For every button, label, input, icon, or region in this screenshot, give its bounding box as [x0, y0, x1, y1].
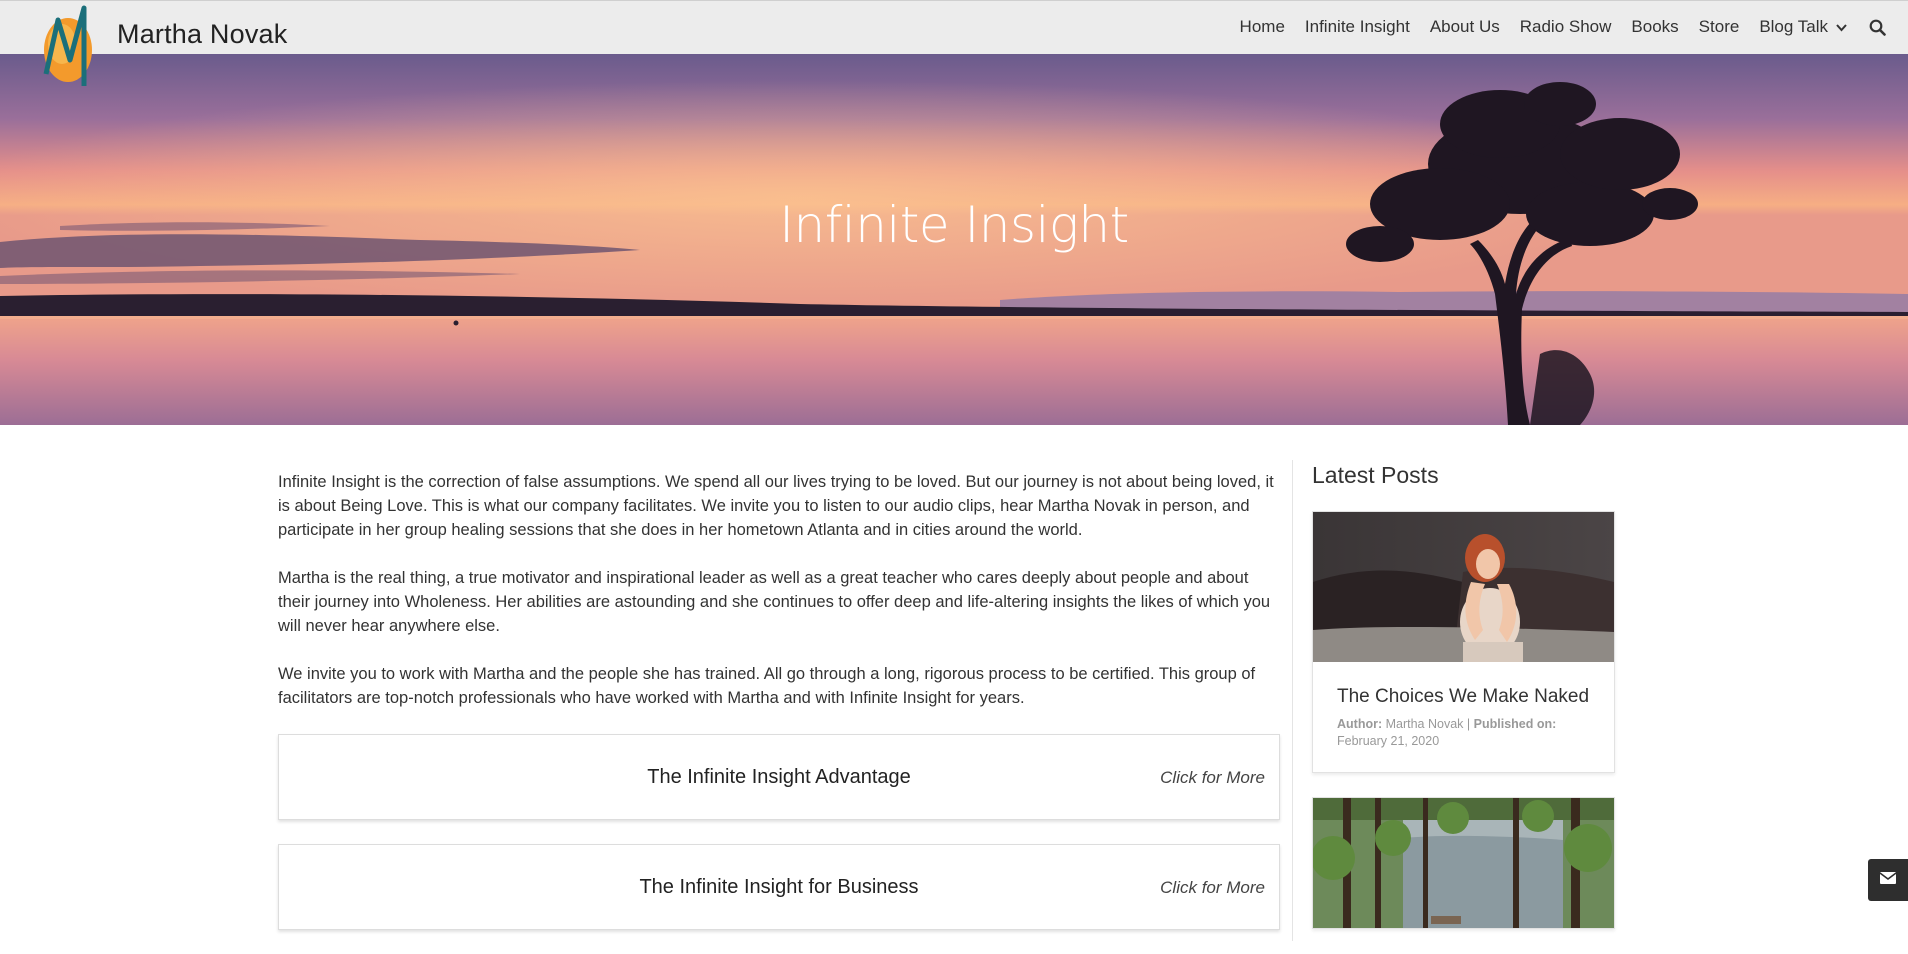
envelope-icon	[1879, 871, 1897, 889]
accordion-advantage[interactable]: The Infinite Insight Advantage Click for…	[278, 734, 1280, 820]
nav-books[interactable]: Books	[1631, 17, 1678, 37]
meta-separator: |	[1466, 717, 1471, 731]
column-divider	[1292, 460, 1293, 941]
nav-label: Radio Show	[1519, 17, 1612, 36]
nav-about-us[interactable]: About Us	[1430, 17, 1500, 37]
post-author[interactable]: Martha Novak	[1386, 717, 1464, 731]
nav-store[interactable]: Store	[1699, 17, 1740, 37]
click-for-more-link[interactable]: Click for More	[1160, 768, 1265, 788]
search-icon[interactable]	[1869, 19, 1886, 36]
main-content: Infinite Insight is the correction of fa…	[278, 470, 1280, 954]
post-thumbnail[interactable]	[1313, 798, 1614, 928]
sidebar-title: Latest Posts	[1312, 462, 1439, 488]
facilitators-paragraph: We invite you to work with Martha and th…	[278, 665, 1256, 707]
published-label: Published on:	[1473, 717, 1557, 731]
contact-mail-button[interactable]	[1868, 859, 1908, 901]
main-nav: Home Infinite Insight About Us Radio Sho…	[1220, 1, 1886, 53]
nav-blog-talk[interactable]: Blog Talk	[1759, 17, 1847, 37]
intro-paragraph: Infinite Insight is the correction of fa…	[278, 473, 1274, 539]
accordion-title: The Infinite Insight Advantage	[647, 766, 911, 788]
post-card[interactable]	[1312, 797, 1615, 929]
site-header: Martha Novak Home Infinite Insight About…	[0, 0, 1908, 86]
post-date: February 21, 2020	[1337, 734, 1440, 748]
nav-label: About Us	[1429, 17, 1500, 36]
click-for-more-link[interactable]: Click for More	[1160, 878, 1265, 898]
post-thumbnail[interactable]	[1313, 512, 1614, 662]
accordion-title: The Infinite Insight for Business	[639, 876, 919, 898]
post-card[interactable]: The Choices We Make Naked Author: Martha…	[1312, 511, 1615, 773]
hero-banner: Infinite Insight	[0, 54, 1908, 425]
nav-label: Blog Talk	[1759, 17, 1828, 36]
nav-label: Home	[1239, 17, 1285, 36]
nav-label: Store	[1698, 17, 1740, 36]
author-label: Author:	[1337, 717, 1383, 731]
about-martha-paragraph: Martha is the real thing, a true motivat…	[278, 569, 1271, 635]
nav-label: Books	[1631, 17, 1679, 36]
site-brand[interactable]: Martha Novak	[117, 19, 287, 50]
chevron-down-icon	[1836, 17, 1847, 37]
post-card-body: The Choices We Make Naked Author: Martha…	[1313, 662, 1614, 772]
nav-radio-show[interactable]: Radio Show	[1520, 17, 1612, 37]
nav-home[interactable]: Home	[1240, 17, 1285, 37]
post-title[interactable]: The Choices We Make Naked	[1337, 686, 1590, 708]
nav-infinite-insight[interactable]: Infinite Insight	[1305, 17, 1410, 37]
sidebar: Latest Posts The Choices We Make Naked A…	[1312, 462, 1615, 953]
accordion-business[interactable]: The Infinite Insight for Business Click …	[278, 844, 1280, 930]
site-logo[interactable]	[40, 4, 98, 88]
post-meta: Author: Martha Novak | Published on: Feb…	[1337, 716, 1590, 750]
nav-label: Infinite Insight	[1304, 17, 1410, 36]
page-title: Infinite Insight	[779, 196, 1129, 254]
